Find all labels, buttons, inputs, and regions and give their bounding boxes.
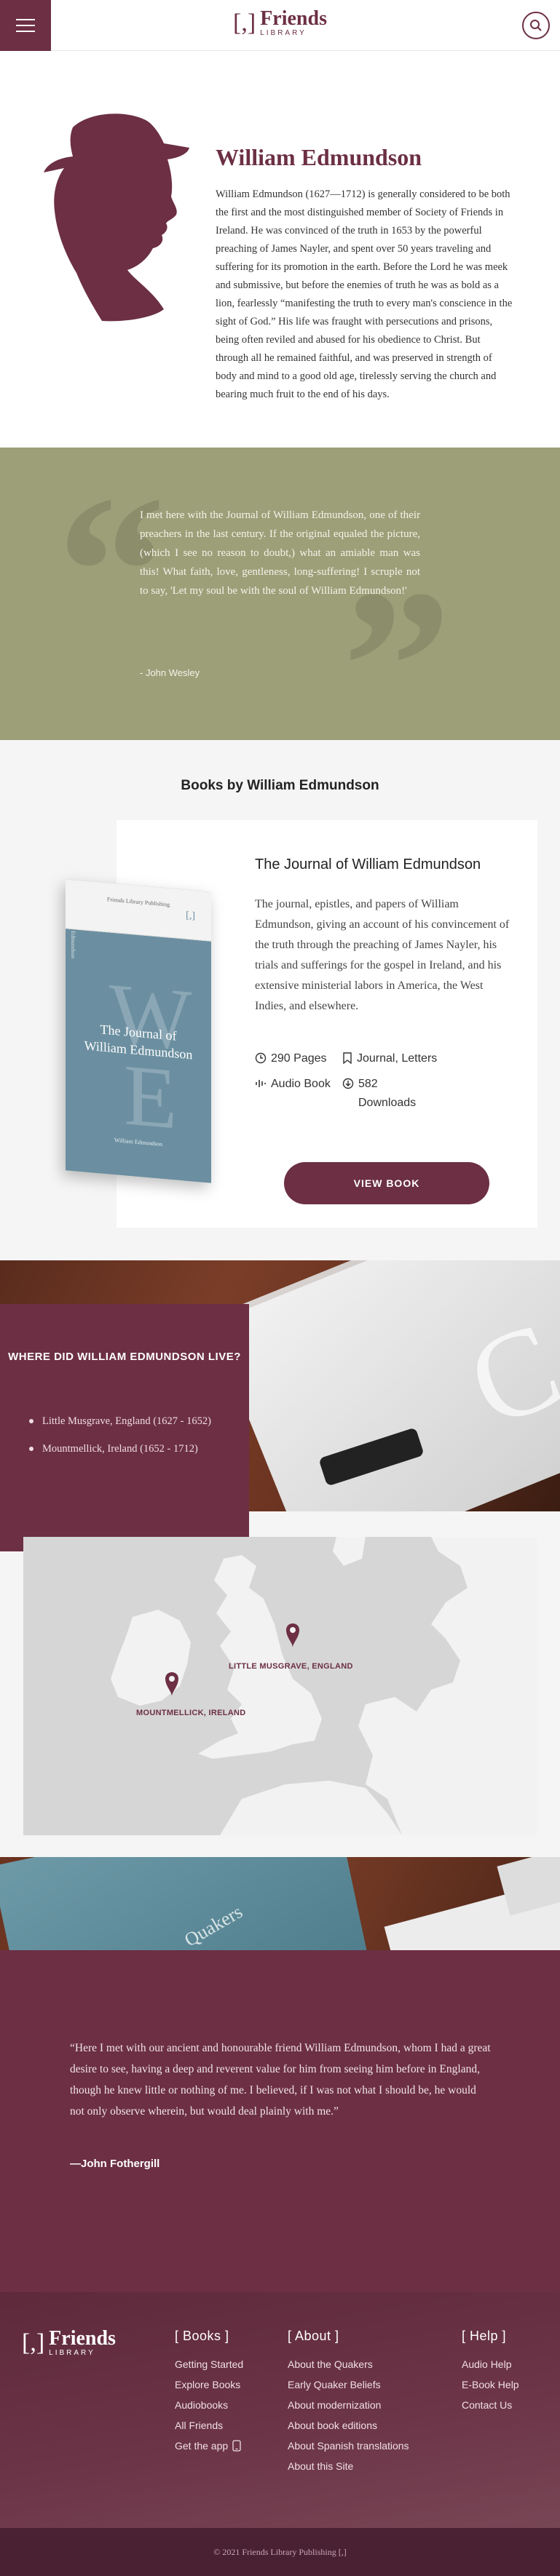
menu-button[interactable]: [0, 0, 51, 51]
residence-item: Little Musgrave, England (1627 - 1652): [29, 1413, 233, 1429]
footer-books-column: [ Books ] Getting Started Explore Books …: [175, 2329, 243, 2456]
logo-subtitle: LIBRARY: [260, 29, 307, 37]
hamburger-line: [16, 25, 35, 26]
book-cover[interactable]: Friends Library Publishing [,] Edmundson…: [66, 879, 211, 1183]
footer-link[interactable]: About this Site: [288, 2456, 409, 2476]
author-silhouette-icon: [44, 114, 189, 322]
cover-publisher: Friends Library Publishing: [106, 896, 170, 908]
residences-section: C WHERE DID WILLIAM EDMUNDSON LIVE? Litt…: [0, 1260, 560, 1857]
books-section: Books by William Edmundson The Journal o…: [0, 740, 560, 1260]
logo-title: Friends: [260, 7, 327, 30]
copyright-bar: © 2021 Friends Library Publishing [,]: [0, 2528, 560, 2576]
quote-citation: - John Wesley: [140, 667, 200, 678]
residence-item: Mountmellick, Ireland (1652 - 1712): [29, 1441, 233, 1457]
map-graphic: [23, 1537, 537, 1835]
residence-map[interactable]: LITTLE MUSGRAVE, ENGLAND MOUNTMELLICK, I…: [23, 1537, 537, 1835]
footer-link[interactable]: Explore Books: [175, 2374, 243, 2395]
view-book-button[interactable]: VIEW BOOK: [284, 1162, 489, 1204]
book-description: The journal, epistles, and papers of Wil…: [255, 898, 510, 1012]
footer-column-title: [ Books ]: [175, 2329, 229, 2343]
book-pages: 290 Pages: [255, 1049, 327, 1068]
logo-mark: [,]: [22, 2329, 45, 2356]
logo-text: Friends LIBRARY: [260, 9, 327, 37]
footer-link[interactable]: Contact Us: [462, 2395, 519, 2415]
site-header: [,] Friends LIBRARY: [0, 0, 560, 51]
author-intro: William Edmundson William Edmundson (162…: [0, 51, 560, 448]
testimonial-section: “Here I met with our ancient and honoura…: [0, 1950, 560, 2292]
logo-subtitle: LIBRARY: [49, 2349, 95, 2357]
footer-link-label: Get the app: [175, 2440, 229, 2452]
audio-waveform-icon: [256, 1080, 266, 1087]
footer-link[interactable]: All Friends: [175, 2415, 243, 2436]
residence-title: WHERE DID WILLIAM EDMUNDSON LIVE?: [8, 1351, 241, 1363]
tags-label: Journal, Letters: [357, 1052, 438, 1065]
books-photo-strip: Quakers: [0, 1857, 560, 1950]
footer-link[interactable]: Early Quaker Beliefs: [288, 2374, 409, 2395]
cover-spine-text: Edmundson: [70, 930, 76, 959]
book-audio: Audio Book: [255, 1075, 331, 1094]
testimonial-text: “Here I met with our ancient and honoura…: [70, 2042, 491, 2118]
search-button[interactable]: [522, 12, 550, 39]
footer-column-title: [ Help ]: [462, 2329, 507, 2343]
book-title[interactable]: The Journal of William Edmundson: [255, 856, 481, 873]
hamburger-line: [16, 31, 35, 32]
footer-logo[interactable]: [,] Friends LIBRARY: [22, 2329, 116, 2357]
site-logo[interactable]: [,] Friends LIBRARY: [233, 9, 327, 37]
site-footer: [,] Friends LIBRARY [ Books ] Getting St…: [0, 2292, 560, 2528]
footer-about-column: [ About ] About the Quakers Early Quaker…: [288, 2329, 409, 2476]
map-label-ireland: MOUNTMELLICK, IRELAND: [136, 1709, 246, 1717]
pages-label: 290 Pages: [271, 1052, 327, 1065]
footer-link[interactable]: About book editions: [288, 2415, 409, 2436]
footer-link[interactable]: About Spanish translations: [288, 2436, 409, 2456]
phone-icon: [232, 2440, 241, 2452]
footer-link[interactable]: About modernization: [288, 2395, 409, 2415]
clock-icon: [255, 1052, 267, 1064]
logo-text: Friends LIBRARY: [49, 2329, 116, 2357]
author-bio: William Edmundson (1627—1712) is general…: [216, 188, 513, 400]
book-downloads: 582 Downloads: [342, 1075, 430, 1113]
logo-title: Friends: [49, 2327, 116, 2350]
footer-link[interactable]: Audiobooks: [175, 2395, 243, 2415]
quote-section: “ ” I met here with the Journal of Willi…: [0, 448, 560, 775]
footer-column-title: [ About ]: [288, 2329, 339, 2343]
download-icon: [342, 1078, 354, 1089]
footer-link[interactable]: Audio Help: [462, 2354, 519, 2374]
downloads-label: 582 Downloads: [358, 1078, 417, 1109]
testimonial-citation: —John Fothergill: [70, 2158, 160, 2170]
map-label-england: LITTLE MUSGRAVE, ENGLAND: [229, 1662, 353, 1671]
residence-box: WHERE DID WILLIAM EDMUNDSON LIVE? Little…: [0, 1304, 249, 1551]
copyright-text: © 2021 Friends Library Publishing [,]: [213, 2546, 347, 2557]
audio-label: Audio Book: [271, 1078, 331, 1090]
quote-text: I met here with the Journal of William E…: [140, 509, 420, 597]
search-icon: [530, 20, 542, 31]
footer-link[interactable]: Getting Started: [175, 2354, 243, 2374]
cover-logo-mark: [,]: [186, 910, 195, 922]
footer-link[interactable]: About the Quakers: [288, 2354, 409, 2374]
book-tags: Journal, Letters: [342, 1049, 437, 1068]
hamburger-line: [16, 19, 35, 20]
bookmark-icon: [343, 1052, 352, 1064]
residence-list: Little Musgrave, England (1627 - 1652) M…: [29, 1413, 233, 1468]
author-name: William Edmundson: [216, 144, 422, 170]
footer-help-column: [ Help ] Audio Help E-Book Help Contact …: [462, 2329, 519, 2415]
logo-mark: [,]: [233, 9, 256, 36]
footer-link[interactable]: E-Book Help: [462, 2374, 519, 2395]
books-heading: Books by William Edmundson: [181, 778, 379, 793]
footer-link-get-app[interactable]: Get the app: [175, 2436, 243, 2456]
